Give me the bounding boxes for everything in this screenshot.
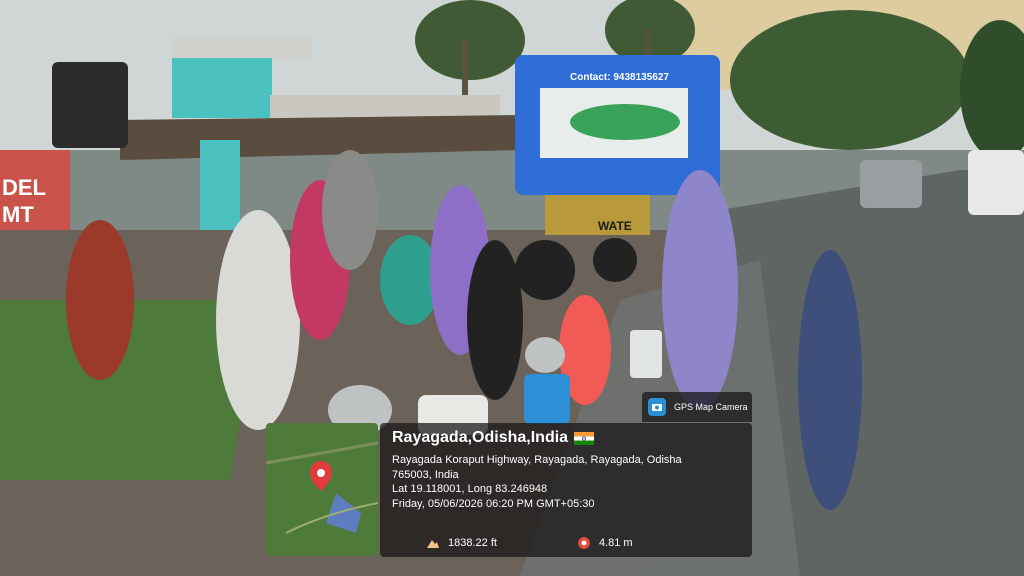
blue-bucket — [524, 374, 570, 424]
billboard-text-1: DEL — [2, 175, 46, 200]
app-name: GPS Map Camera — [674, 402, 748, 412]
altitude-icon — [427, 540, 439, 548]
coordinates: Lat 19.118001, Long 83.246948 — [392, 483, 548, 495]
woman-shawl — [216, 210, 300, 430]
place-name: Rayagada,Odisha,India — [392, 429, 569, 446]
white-jeep — [968, 150, 1024, 215]
altitude-value: 1838.22 ft — [448, 537, 497, 549]
address-block: Rayagada Koraput Highway, Rayagada, Raya… — [392, 453, 742, 511]
gps-app-header: GPS Map Camera — [642, 392, 752, 422]
accuracy: 4.81 m — [577, 536, 633, 550]
accuracy-value: 4.81 m — [598, 537, 633, 549]
altitude: 1838.22 ft — [426, 536, 497, 550]
location-info-panel: Rayagada,Odisha,India Rayagada Koraput H… — [380, 423, 752, 557]
panel-footer: 1838.22 ft 4.81 m — [380, 529, 752, 557]
datetime: Friday, 05/06/2026 06:20 PM GMT+05:30 — [392, 497, 595, 510]
india-flag-icon — [574, 431, 595, 445]
suv-car — [860, 160, 922, 208]
camera-app-icon — [648, 398, 666, 416]
place-title: Rayagada,Odisha,India — [392, 429, 595, 447]
tanker-contact-text: Contact: 9438135627 — [570, 72, 669, 83]
woman-carrying-pot — [66, 220, 134, 380]
address-line-1: Rayagada Koraput Highway, Rayagada, Raya… — [392, 454, 682, 466]
mini-map — [266, 423, 378, 556]
woman-lavender — [662, 170, 738, 410]
billboard-text-2: MT — [2, 202, 34, 227]
tanker-side-text: WATE — [598, 219, 632, 233]
address-line-2: 765003, India — [392, 468, 459, 481]
boy-on-road — [798, 250, 862, 510]
accuracy-icon — [577, 537, 590, 549]
